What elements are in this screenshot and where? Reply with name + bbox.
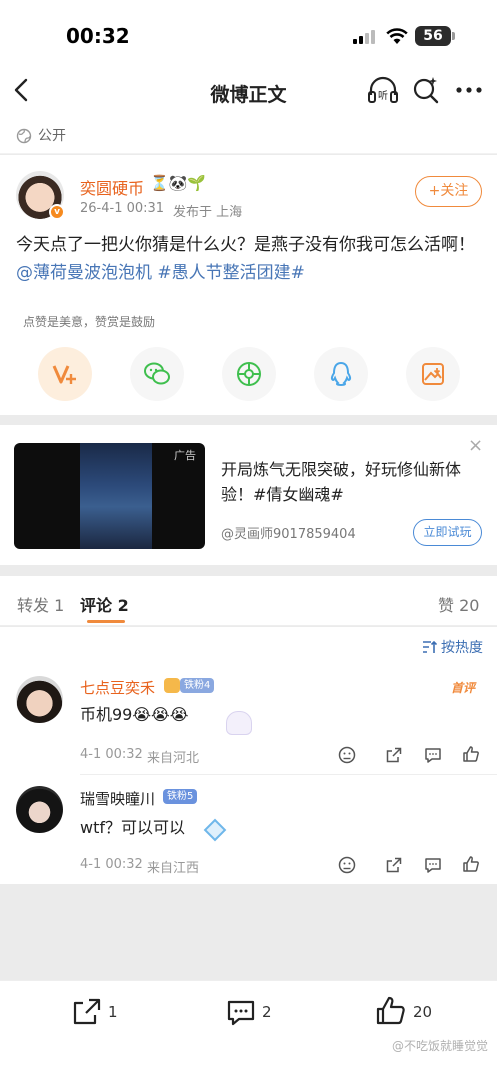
verified-badge-icon: v: [49, 204, 65, 220]
more-options-icon[interactable]: [455, 86, 483, 94]
ad-source[interactable]: @灵画师9017859404: [221, 523, 356, 542]
sort-icon[interactable]: [421, 639, 437, 655]
repost-icon[interactable]: [385, 856, 403, 874]
reward-button[interactable]: [38, 347, 92, 401]
comment-time: 4-1 00:32: [80, 747, 143, 762]
wifi-icon: [386, 28, 408, 44]
hashtag-link[interactable]: #愚人节整活团建#: [157, 263, 305, 283]
save-image-button[interactable]: [406, 347, 460, 401]
commenter-name[interactable]: 七点豆奕禾: [80, 677, 155, 698]
fan-badge: 铁粉5: [163, 789, 198, 804]
comment-text: wtf？可以可以: [80, 818, 185, 837]
post-location: 发布于 上海: [173, 205, 243, 220]
wechat-icon: [144, 362, 170, 385]
reply-icon[interactable]: [424, 856, 442, 874]
ad-close-icon[interactable]: ×: [468, 435, 483, 456]
dislike-face-icon[interactable]: [338, 856, 356, 874]
status-bar: 00:32 56: [0, 0, 497, 72]
qq-icon: [330, 361, 352, 387]
battery-indicator: 56: [415, 26, 451, 46]
reward-tip: 点赞是美意，赞赏是鼓励: [15, 310, 164, 333]
tab-like[interactable]: 赞 20: [438, 592, 479, 616]
bottom-action-bar: 1 2 20 @不吃饭就睡觉觉: [0, 980, 497, 1080]
ad-card[interactable]: 广告 开局炼气无限突破，好玩修仙新体验！#倩女幽魂# @灵画师901785940…: [0, 425, 497, 565]
active-tab-indicator: [87, 620, 125, 623]
author-emojis: ⏳🐼🌱: [150, 174, 207, 192]
first-comment-tag: 首评: [451, 681, 476, 695]
follow-button[interactable]: +关注: [415, 176, 482, 207]
fan-crown-icon: [164, 678, 180, 693]
visibility-label: 公开: [38, 128, 66, 144]
post-body: 今天点了一把火你猜是什么火？是燕子没有你我可怎么活啊！: [16, 235, 475, 255]
repost-icon[interactable]: [385, 746, 403, 764]
repost-count[interactable]: 1: [108, 1003, 118, 1021]
repost-icon[interactable]: [72, 997, 102, 1027]
fan-badge: 铁粉4: [180, 678, 215, 693]
ghost-sticker: [226, 711, 252, 735]
comment-divider: [80, 774, 497, 775]
nav-bar: 微博正文 听: [0, 72, 497, 118]
ad-try-button[interactable]: 立即试玩: [413, 519, 482, 546]
moments-icon: [237, 362, 261, 386]
post-text: 今天点了一把火你猜是什么火？是燕子没有你我可怎么活啊！ @薄荷曼波泡泡机 #愚人节…: [16, 231, 481, 287]
commenter-avatar[interactable]: [16, 786, 63, 833]
comment-count[interactable]: 2: [262, 1003, 272, 1021]
globe-icon: [16, 128, 32, 144]
listen-headphone-icon[interactable]: 听: [367, 75, 399, 105]
commenter-name[interactable]: 瑞雪映瞳川: [80, 788, 155, 809]
commenter-avatar[interactable]: [16, 676, 63, 723]
sort-label[interactable]: 按热度: [441, 637, 483, 657]
tabs-bar: 转发 1 评论 2 赞 20: [0, 576, 497, 626]
tab-repost[interactable]: 转发 1: [17, 592, 64, 616]
like-icon[interactable]: [462, 855, 480, 873]
signal-icon: [353, 30, 377, 44]
reward-v-icon: [52, 365, 76, 384]
battery-tip: [452, 32, 455, 40]
ad-poster-art: [80, 443, 152, 549]
comment-location: 来自江西: [147, 861, 200, 876]
watermark: @不吃饭就睡觉觉: [392, 1039, 489, 1053]
comment-time: 4-1 00:32: [80, 857, 143, 872]
comment-text: 币机99😭😭😭: [80, 705, 189, 724]
ad-image[interactable]: 广告: [14, 443, 205, 549]
comments-list: 按热度 七点豆奕禾 铁粉4 首评 币机99😭😭😭 4-1 00:32 来自河北 …: [0, 627, 497, 884]
diamond-sticker: [203, 818, 227, 842]
post-time: 26-4-1 00:31: [80, 201, 165, 216]
tab-comment[interactable]: 评论 2: [80, 592, 129, 616]
comment-location: 来自河北: [147, 751, 200, 766]
save-image-icon: [422, 363, 444, 385]
like-count[interactable]: 20: [413, 1003, 432, 1021]
like-icon[interactable]: [375, 995, 407, 1027]
like-icon[interactable]: [462, 745, 480, 763]
ad-tag: 广告: [174, 449, 196, 462]
svg-text:听: 听: [378, 90, 388, 102]
share-moments-button[interactable]: [222, 347, 276, 401]
status-time: 00:32: [66, 24, 130, 48]
post-card: v 奕圆硬币 ⏳🐼🌱 26-4-1 00:31 发布于 上海 +关注 今天点了一…: [0, 155, 497, 415]
search-ai-icon[interactable]: [411, 75, 441, 105]
share-qq-button[interactable]: [314, 347, 368, 401]
mention-link[interactable]: @薄荷曼波泡泡机: [16, 263, 152, 283]
share-wechat-button[interactable]: [130, 347, 184, 401]
dislike-face-icon[interactable]: [338, 746, 356, 764]
author-name[interactable]: 奕圆硬币: [80, 175, 144, 199]
ad-text[interactable]: 开局炼气无限突破，好玩修仙新体验！#倩女幽魂#: [221, 457, 483, 507]
visibility-row: 公开: [0, 118, 497, 154]
reply-icon[interactable]: [424, 746, 442, 764]
comment-icon[interactable]: [226, 998, 256, 1028]
